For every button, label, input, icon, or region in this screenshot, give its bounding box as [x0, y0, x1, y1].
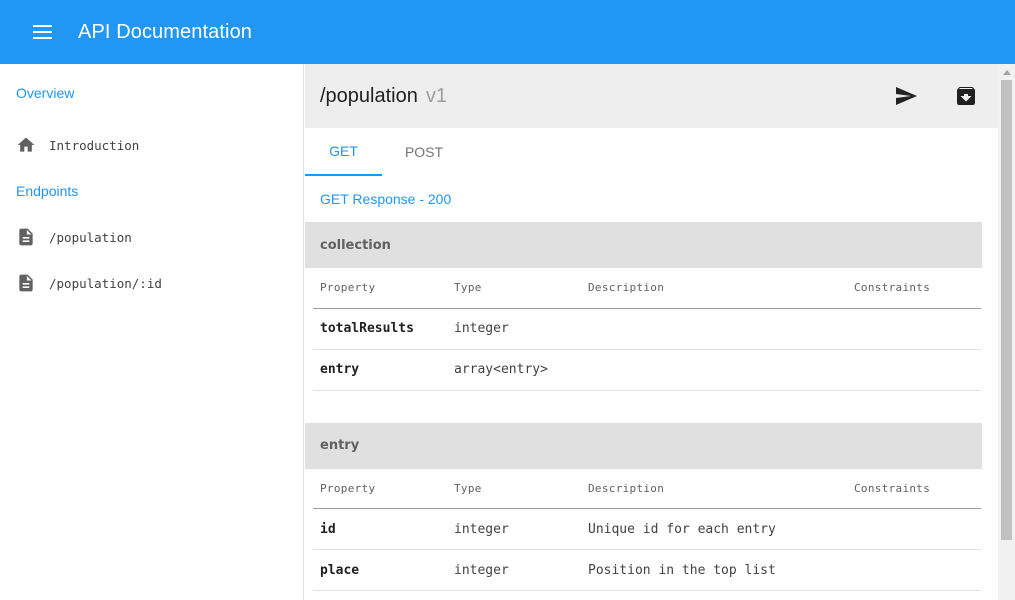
property-description: Position in the top list — [581, 549, 847, 591]
property-constraints — [847, 308, 981, 350]
archive-icon[interactable] — [954, 84, 978, 108]
schema-block-header: entry — [305, 422, 982, 469]
sidebar-item-label: /population/:id — [49, 275, 162, 291]
column-header: Description — [581, 468, 847, 509]
column-header: Constraints — [847, 268, 981, 309]
column-header: Property — [313, 468, 447, 509]
home-icon — [16, 135, 36, 155]
method-tabs: GET POST — [305, 128, 998, 176]
scrollbar-thumb[interactable] — [1001, 80, 1012, 540]
sidebar-item-introduction[interactable]: Introduction — [0, 122, 303, 168]
table-header-row: Property Type Description Constraints — [313, 268, 981, 309]
column-header: Type — [447, 268, 581, 309]
main-content: /population v1 GET POST GET Response - 2… — [305, 64, 998, 600]
property-description: Unique id for each entry — [581, 508, 847, 550]
property-constraints — [847, 349, 981, 391]
property-name: totalResults — [313, 308, 447, 350]
property-constraints — [847, 508, 981, 550]
sidebar-nav: Overview Introduction Endpoints /populat… — [0, 64, 304, 600]
properties-table: Property Type Description Constraints to… — [313, 268, 981, 391]
table-header-row: Property Type Description Constraints — [313, 468, 981, 509]
schema-block-header: collection — [305, 222, 982, 268]
table-row: entry array<entry> — [313, 349, 981, 391]
document-icon — [16, 227, 36, 247]
property-type: integer — [447, 549, 581, 591]
property-type: array<entry> — [447, 349, 581, 391]
property-description — [581, 308, 847, 350]
column-header: Description — [581, 268, 847, 309]
sidebar-item-label: /population — [49, 229, 132, 245]
table-row: totalResults integer — [313, 308, 981, 350]
properties-table: Property Type Description Constraints id… — [313, 468, 981, 591]
property-type: integer — [447, 508, 581, 550]
menu-icon[interactable] — [33, 17, 63, 47]
sidebar-item-label: Introduction — [49, 137, 140, 153]
tab-post[interactable]: POST — [382, 128, 466, 176]
resource-version: v1 — [425, 84, 447, 107]
nav-section-overview[interactable]: Overview — [0, 64, 303, 122]
property-description — [581, 349, 847, 391]
property-name: entry — [313, 349, 447, 391]
property-name: id — [313, 508, 447, 550]
column-header: Property — [313, 268, 447, 309]
resource-header: /population v1 — [305, 64, 998, 128]
resource-path: /population — [320, 84, 418, 107]
app-title: API Documentation — [78, 20, 253, 43]
property-type: integer — [447, 308, 581, 350]
sidebar-item-population-id[interactable]: /population/:id — [0, 260, 303, 306]
tab-get[interactable]: GET — [305, 128, 382, 176]
vertical-scrollbar[interactable] — [998, 64, 1015, 600]
table-row: id integer Unique id for each entry — [313, 508, 981, 550]
property-name: place — [313, 549, 447, 591]
app-bar: API Documentation — [0, 0, 1015, 64]
sidebar-item-population[interactable]: /population — [0, 214, 303, 260]
document-icon — [16, 273, 36, 293]
response-title: GET Response - 200 — [320, 191, 452, 207]
send-icon[interactable] — [894, 84, 918, 108]
table-row: place integer Position in the top list — [313, 549, 981, 591]
scroll-up-arrow-icon[interactable] — [998, 64, 1015, 81]
property-constraints — [847, 549, 981, 591]
nav-section-endpoints[interactable]: Endpoints — [0, 168, 303, 214]
column-header: Type — [447, 468, 581, 509]
column-header: Constraints — [847, 468, 981, 509]
